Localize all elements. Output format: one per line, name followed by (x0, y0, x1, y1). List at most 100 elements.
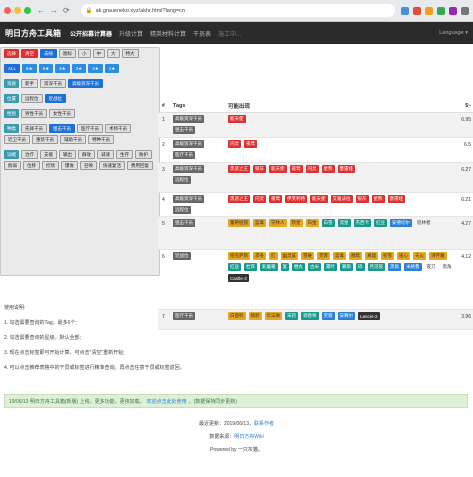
filter-tag[interactable]: 输出 (59, 150, 76, 159)
operator-chip[interactable]: 闪灵 (253, 195, 266, 203)
operator-chip[interactable]: 杰西卡 (353, 219, 371, 227)
operator-chip[interactable]: 黑恶之王 (228, 195, 250, 203)
filter-tag[interactable]: 1★ (104, 64, 120, 73)
operator-chip[interactable]: 能天使 (269, 165, 287, 173)
filter-tag[interactable]: 生存 (116, 150, 133, 159)
operator-chip[interactable]: 月见夜 (367, 263, 385, 271)
filter-tag[interactable]: 特大 (121, 49, 139, 58)
filter-tag[interactable]: 爆发 (61, 161, 78, 170)
nav-recruit[interactable]: 公开招募计算器 (70, 29, 112, 38)
filter-tag[interactable]: 防护 (135, 150, 152, 159)
extension-icon[interactable] (425, 6, 433, 15)
operator-chip[interactable]: 红 (269, 252, 278, 260)
forward-icon[interactable]: → (50, 6, 58, 15)
filter-tag[interactable]: 高级资深干员 (68, 79, 103, 88)
filter-tag[interactable]: 3★ (71, 64, 87, 73)
operator-chip[interactable]: 银灰 (355, 195, 369, 203)
tag-chip[interactable]: 高级资深干员 (173, 165, 204, 173)
filter-tag[interactable]: 清空 (21, 49, 38, 58)
source-link[interactable]: 明日方舟Wiki (234, 434, 263, 440)
operator-chip[interactable]: 白金 (305, 219, 319, 227)
tag-chip[interactable]: 高级资深干员 (173, 140, 204, 148)
filter-tag[interactable]: 2★ (88, 64, 103, 73)
operator-chip[interactable]: 赫默 (349, 252, 362, 260)
filter-tag[interactable]: 治疗 (21, 150, 38, 159)
filter-tag[interactable]: 近卫干员 (4, 135, 30, 144)
tag-chip[interactable]: 近战位 (173, 252, 191, 260)
tag-chip[interactable]: 远程位 (173, 206, 191, 214)
filter-tag[interactable]: ALL (4, 64, 21, 73)
operator-chip[interactable]: 闪灵 (305, 165, 319, 173)
operator-chip[interactable]: 夜莺 (244, 140, 257, 148)
operator-chip[interactable]: 银灰 (253, 165, 266, 173)
filter-tag[interactable]: 去除 (40, 49, 57, 58)
filter-tag[interactable]: 大 (107, 49, 120, 58)
minimize-dot[interactable] (14, 7, 21, 14)
tag-chip[interactable]: 狙击干员 (173, 219, 195, 227)
operator-chip[interactable]: 伊芙利特 (285, 195, 307, 203)
filter-tag[interactable]: 辅助干员 (60, 135, 86, 144)
operator-chip[interactable]: 蓝毒 (253, 219, 266, 227)
extension-icon[interactable] (413, 6, 421, 15)
operator-chip[interactable]: 米格鲁 (404, 263, 422, 271)
operator-chip[interactable]: 黑角 (388, 263, 401, 271)
operator-chip[interactable]: 红豆 (228, 263, 241, 271)
filter-tag[interactable]: 支援 (40, 150, 57, 159)
operator-chip[interactable]: 杜宾 (244, 263, 257, 271)
filter-tag[interactable]: 男性干员 (21, 109, 47, 118)
operator-chip[interactable]: 蕾蒂娅丽 (228, 219, 250, 227)
operator-chip[interactable]: 真理 (365, 252, 378, 260)
filter-tag[interactable]: 快速复活 (99, 161, 125, 170)
tag-chip[interactable]: 高级资深干员 (173, 115, 204, 123)
operator-chip[interactable]: 缠丸 (292, 263, 305, 271)
filter-tag[interactable]: 控场 (42, 161, 59, 170)
filter-tag[interactable]: 先锋干员 (21, 124, 47, 133)
operator-chip[interactable]: 守林人 (269, 219, 287, 227)
maximize-dot[interactable] (24, 7, 31, 14)
operator-chip[interactable]: 幽灵鲨 (280, 252, 298, 260)
nav-upgrade[interactable]: 升级计算 (119, 29, 143, 38)
filter-tag[interactable]: 4★ (55, 64, 70, 73)
reload-icon[interactable]: ⟳ (63, 6, 70, 15)
filter-tag[interactable]: 新手 (21, 79, 38, 88)
operator-chip[interactable]: 红豆 (374, 219, 387, 227)
brand-title[interactable]: 明日方舟工具箱 (5, 28, 61, 39)
operator-chip[interactable]: 能天使 (310, 195, 328, 203)
menu-icon[interactable] (461, 6, 469, 15)
filter-tag[interactable]: 小 (78, 49, 91, 58)
tag-chip[interactable]: 远程位 (173, 176, 191, 184)
operator-chip[interactable]: 流星 (337, 219, 351, 227)
tag-chip[interactable]: 医疗干员 (173, 151, 195, 159)
filter-tag[interactable]: 位移 (23, 161, 40, 170)
filter-tag[interactable]: 远程位 (21, 94, 43, 103)
operator-chip[interactable]: 塞雷娅 (387, 195, 405, 203)
close-dot[interactable] (4, 7, 11, 14)
filter-tag[interactable]: 重装干员 (32, 135, 58, 144)
operator-chip[interactable]: 霜叶 (324, 263, 337, 271)
operator-chip[interactable]: 夜刀 (425, 263, 438, 271)
operator-chip[interactable]: Castle-3 (228, 274, 249, 282)
filter-tag[interactable]: 费用回复 (127, 161, 153, 170)
tag-chip[interactable]: 高级资深干员 (173, 195, 204, 203)
operator-chip[interactable]: 星熊 (371, 195, 385, 203)
filter-tag[interactable]: 群攻 (78, 150, 95, 159)
operator-chip[interactable]: 星熊 (321, 165, 335, 173)
operator-chip[interactable]: 雪雉 (301, 252, 314, 260)
operator-chip[interactable]: 凛冬 (253, 252, 266, 260)
operator-chip[interactable]: 初雪 (381, 252, 394, 260)
operator-chip[interactable]: 黑恶之王 (228, 165, 250, 173)
extension-icon[interactable] (449, 6, 457, 15)
operator-chip[interactable]: 能天使 (228, 115, 246, 123)
filter-tag[interactable]: 狙击干员 (49, 124, 75, 133)
filter-tag[interactable]: 女性干员 (49, 109, 75, 118)
operator-chip[interactable]: 砾 (356, 263, 365, 271)
operator-chip[interactable]: 夜莺 (289, 165, 303, 173)
operator-chip[interactable]: 芙蓉 (317, 252, 330, 260)
operator-chip[interactable]: 夜莺 (269, 195, 282, 203)
operator-chip[interactable]: 闪灵 (228, 140, 241, 148)
operator-chip[interactable]: 古米 (308, 263, 321, 271)
operator-chip[interactable]: 慕斯 (340, 263, 353, 271)
filter-tag[interactable]: 资深干员 (40, 79, 66, 88)
nav-elite-materials[interactable]: 精英材料计算 (150, 29, 186, 38)
operator-chip[interactable]: 蓝毒 (333, 252, 346, 260)
